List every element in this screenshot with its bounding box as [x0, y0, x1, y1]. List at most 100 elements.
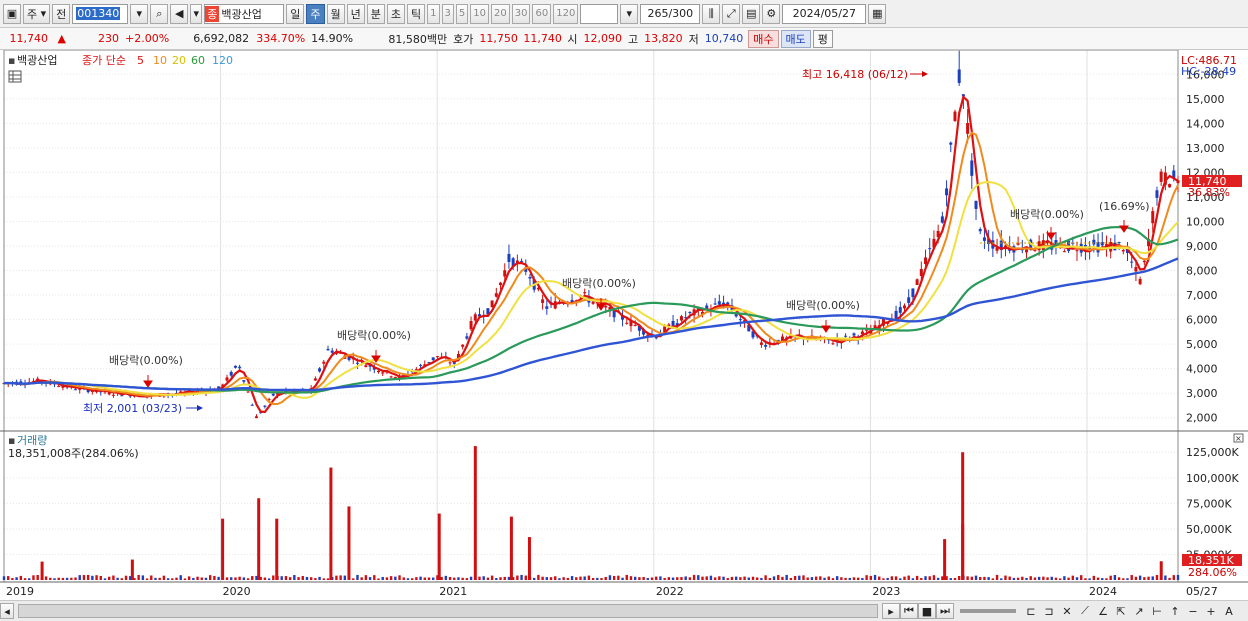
volume-bar — [478, 576, 481, 580]
speaker-icon[interactable]: ◀ — [170, 3, 189, 24]
interval-1[interactable]: 1 — [427, 3, 440, 24]
tab-second[interactable]: 초 — [386, 3, 406, 24]
fast-forward-icon[interactable]: ⏭ — [936, 603, 954, 619]
angle-line-icon[interactable]: ∠ — [1094, 603, 1112, 619]
buy-button[interactable]: 매수 — [748, 29, 779, 48]
volume-spike-bar — [347, 506, 351, 580]
tab-tick[interactable]: 틱 — [407, 3, 426, 24]
volume-bar — [541, 576, 544, 580]
volume-bar — [1042, 576, 1045, 580]
candle — [902, 305, 906, 309]
volume-bar — [642, 576, 645, 580]
tab-minute[interactable]: 분 — [366, 3, 385, 24]
save-icon[interactable]: ▤ — [742, 3, 761, 24]
tab-year[interactable]: 년 — [346, 3, 365, 24]
line-tool-icon[interactable]: ⤢ — [722, 3, 741, 24]
fib-icon[interactable]: ⇱ — [1112, 603, 1130, 619]
stock-name-field[interactable]: 종 백광산업 — [204, 3, 285, 24]
candle-type-icon[interactable]: ⫼ — [702, 3, 721, 24]
y-tick-label: 14,000 — [1186, 117, 1225, 130]
interval-30[interactable]: 30 — [511, 3, 531, 24]
volume-bar — [150, 575, 153, 580]
volume-bar — [709, 575, 713, 580]
crosshair-tool-icon[interactable]: ✕ — [1058, 603, 1076, 619]
volume-bar — [1063, 576, 1066, 580]
candle — [250, 404, 254, 406]
stock-chart[interactable]: 2,000 3,000 4,000 5,000 6,000 7,000 8,000 9,000… — [0, 50, 1248, 600]
volume-bar — [802, 575, 805, 580]
fit-icon[interactable]: ⊐ — [1040, 603, 1058, 619]
count-field[interactable]: 265/300 — [640, 3, 701, 24]
sell-button[interactable]: 매도 — [780, 29, 811, 48]
calendar-icon[interactable]: ▦ — [868, 3, 887, 24]
custom-interval-dropdown-icon[interactable]: ▾ — [620, 3, 639, 24]
code-input[interactable]: 001340 — [72, 3, 129, 24]
volume-bar — [629, 576, 633, 580]
volume-bar — [381, 576, 384, 580]
avg-button[interactable]: 평 — [812, 29, 833, 48]
x-tick-label: 2019 — [6, 585, 34, 598]
zoom-out-icon[interactable]: − — [1184, 603, 1202, 619]
zoom-icon[interactable]: ⊏ — [1022, 603, 1040, 619]
volume-bar — [116, 577, 119, 580]
volume-tick-label: 125,000K — [1186, 446, 1239, 459]
interval-3[interactable]: 3 — [441, 3, 454, 24]
volume-bar — [457, 577, 460, 580]
interval-5[interactable]: 5 — [455, 3, 469, 24]
open-label: 시 — [567, 32, 578, 46]
font-size-icon[interactable]: A — [1220, 603, 1238, 619]
volume-bar — [949, 578, 952, 580]
text-tool-icon[interactable]: ⊢ — [1148, 603, 1166, 619]
window-icon[interactable]: ▣ — [3, 3, 21, 24]
bottom-bar: ◂ ▸ ⏮ ■ ⏭ ⊏ ⊐ ✕ ⟋ ∠ ⇱ ↗ ⊢ ↑ − + A — [0, 600, 1248, 621]
candle — [911, 288, 915, 298]
candle — [120, 395, 124, 397]
volume-bar — [772, 576, 776, 580]
interval-120[interactable]: 120 — [553, 3, 579, 24]
interval-20[interactable]: 20 — [491, 3, 510, 24]
y-tick-label: 7,000 — [1186, 289, 1218, 302]
volume-spike-bar — [1159, 561, 1163, 580]
volume-bar — [335, 575, 338, 580]
candle — [381, 372, 385, 374]
tab-month[interactable]: 월 — [326, 3, 345, 24]
y-tick-label: 9,000 — [1186, 240, 1218, 253]
code-dropdown-icon[interactable]: ▾ — [130, 3, 149, 24]
y-tick-label: 3,000 — [1186, 387, 1218, 400]
market-select[interactable]: 주 ▾ — [23, 3, 51, 24]
gear-icon[interactable]: ⚙ — [762, 3, 781, 24]
volume-bar — [352, 578, 355, 580]
volume-spike-bar — [527, 537, 531, 580]
horizontal-scrollbar[interactable] — [18, 604, 878, 618]
volume-bar — [225, 577, 229, 580]
up-icon[interactable]: ↑ — [1166, 603, 1184, 619]
speaker-dropdown-icon[interactable]: ▾ — [190, 3, 203, 24]
scroll-left-icon[interactable]: ◂ — [0, 603, 14, 619]
y-tick-label: 6,000 — [1186, 314, 1218, 327]
candle — [271, 393, 275, 396]
custom-interval-input[interactable] — [580, 3, 619, 24]
volume-bar — [251, 576, 254, 580]
interval-10[interactable]: 10 — [470, 3, 490, 24]
volume-bar — [516, 575, 519, 580]
volume-tick-label: 50,000K — [1186, 523, 1232, 536]
zoom-in-icon[interactable]: + — [1202, 603, 1220, 619]
trend-line-icon[interactable]: ⟋ — [1076, 603, 1094, 619]
volume-bar — [823, 577, 826, 580]
interval-60[interactable]: 60 — [532, 3, 552, 24]
prev-button[interactable]: 전 — [52, 3, 71, 24]
rewind-icon[interactable]: ⏮ — [900, 603, 918, 619]
zoom-slider[interactable] — [960, 609, 1016, 613]
legend-desc: 종가 단순 — [82, 54, 126, 67]
tab-day[interactable]: 일 — [286, 3, 305, 24]
volume-bar — [596, 577, 599, 580]
search-icon[interactable]: ⌕ — [150, 3, 169, 24]
table-icon[interactable] — [8, 70, 22, 83]
scroll-right-icon[interactable]: ▸ — [882, 603, 900, 619]
tab-week[interactable]: 주 — [306, 3, 325, 24]
date-input[interactable]: 2024/05/27 — [782, 3, 867, 24]
stop-icon[interactable]: ■ — [918, 603, 936, 619]
volume-bar — [15, 577, 18, 580]
arrow-tool-icon[interactable]: ↗ — [1130, 603, 1148, 619]
stock-name: 백광산업 — [221, 7, 262, 21]
